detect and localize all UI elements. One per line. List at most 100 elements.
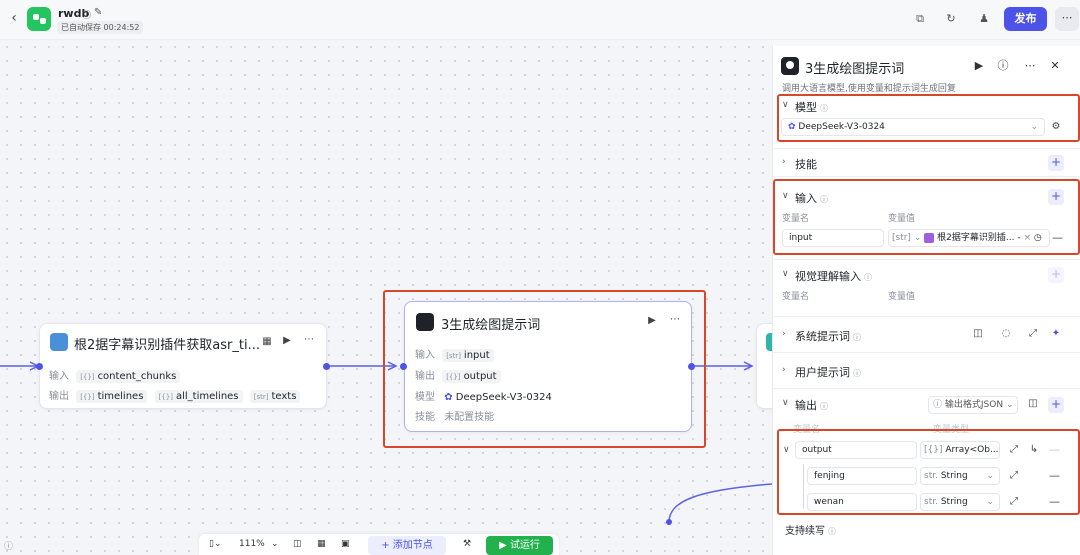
divider <box>773 316 1080 317</box>
output-type-value: String <box>940 497 968 507</box>
input-label: 输入 <box>415 350 435 361</box>
node-output-row: 输出 [{}] timelines [{}] all_timelines [str]… <box>49 387 301 403</box>
info-icon: ⓘ <box>853 369 861 378</box>
run-icon[interactable]: ▶ <box>971 58 987 74</box>
deepseek-icon: ✿ <box>788 122 796 132</box>
chevron-right-icon[interactable]: › <box>782 365 786 375</box>
tool-icon[interactable]: ⚒ <box>463 539 471 549</box>
ai-sparkle-icon[interactable]: ✦ <box>1049 328 1063 339</box>
add-input-button[interactable]: + <box>1048 189 1064 205</box>
divider <box>773 176 1080 177</box>
add-skill-button[interactable]: + <box>1048 155 1064 171</box>
run-node-icon[interactable]: ▶ <box>280 335 294 346</box>
add-child-icon[interactable]: ↳ <box>1027 444 1041 455</box>
node-input-row: 输入 [{}] content_chunks <box>49 367 181 383</box>
json-import-icon[interactable]: ◫ <box>1026 398 1040 409</box>
chevron-down-icon[interactable]: ∨ <box>782 191 789 201</box>
chevron-right-icon[interactable]: › <box>782 329 786 339</box>
output-value: output <box>463 371 497 382</box>
comment-icon[interactable]: ◫ <box>293 539 302 549</box>
section-label: 模型 <box>795 101 817 114</box>
model-select[interactable]: ✿ DeepSeek-V3-0324 ⌄ <box>781 118 1045 136</box>
remove-output-icon[interactable]: — <box>1049 469 1060 482</box>
chevron-down-icon[interactable]: ∨ <box>782 100 789 110</box>
output-name-field[interactable]: fenjing <box>807 467 917 485</box>
library-icon[interactable]: ◫ <box>971 328 985 339</box>
expand-icon[interactable]: ⤢ <box>1007 470 1021 481</box>
close-icon[interactable]: ✕ <box>1047 58 1063 74</box>
section-label: 系统提示词 <box>795 330 850 343</box>
add-output-button[interactable]: + <box>1048 397 1064 413</box>
remove-output-icon[interactable]: — <box>1049 495 1060 508</box>
layout-icon[interactable]: ▦ <box>317 539 326 549</box>
output-format-select[interactable]: ⓘ 输出格式JSON ⌄ <box>928 396 1018 414</box>
zoom-level[interactable]: 111% <box>239 539 265 549</box>
lightbulb-icon[interactable]: ◌ <box>999 328 1013 339</box>
info-icon[interactable]: ⓘ <box>4 539 13 552</box>
chevron-right-icon[interactable]: › <box>782 157 786 167</box>
more-icon[interactable]: ⋯ <box>1022 58 1038 74</box>
remove-output-icon[interactable]: — <box>1049 443 1060 456</box>
expand-icon[interactable]: ⤢ <box>1007 444 1021 455</box>
node-more-icon[interactable]: ⋯ <box>668 314 682 325</box>
autosave-status: 已自动保存 00:24:52 <box>57 21 144 34</box>
output-type-select[interactable]: [{}] Array<Ob... <box>920 441 1000 459</box>
chevron-down-icon: ⌄ <box>986 471 994 481</box>
app-logo <box>27 7 51 31</box>
input-var-name-field[interactable]: input <box>782 229 884 247</box>
deepseek-icon: ✿ <box>444 392 453 403</box>
var-name-label: 变量名 <box>782 292 810 302</box>
remove-input-icon[interactable]: — <box>1052 231 1063 244</box>
node-settings-icon[interactable]: ▦ <box>260 336 274 347</box>
output-name-field[interactable]: output <box>795 441 917 459</box>
help-icon[interactable]: ⓘ <box>995 58 1011 74</box>
type-tag: [{}] <box>80 393 95 401</box>
section-vision: 视觉理解输入 ⓘ <box>795 268 872 284</box>
users-icon[interactable]: ♟ <box>976 11 992 27</box>
type-tag: str. <box>924 497 938 507</box>
info-icon: ⓘ <box>820 104 828 113</box>
mouse-mode-icon[interactable]: ▯⌄ <box>209 539 222 549</box>
output-type-select[interactable]: str. String ⌄ <box>920 467 1000 485</box>
history-icon[interactable]: ↻ <box>943 11 959 27</box>
input-var-value-field[interactable]: [str] ⌄ 根2据字幕识别插... - × ◷ <box>888 229 1050 247</box>
output-label: 输出 <box>415 371 435 382</box>
copy-icon[interactable]: ⧉ <box>912 11 928 27</box>
more-icon[interactable]: ⋯ <box>1055 7 1079 31</box>
clear-icon[interactable]: × <box>1023 233 1031 243</box>
node-more-icon[interactable]: ⋯ <box>302 334 316 345</box>
back-arrow-icon[interactable]: ‹ <box>6 10 22 26</box>
expand-icon[interactable]: ⤢ <box>1026 328 1040 339</box>
output-pill: [str] texts <box>249 390 301 403</box>
node-llm[interactable]: 3生成绘图提示词 ▶ ⋯ 输入 [str] input 输出 [{}] output… <box>404 301 692 432</box>
edit-icon[interactable]: ✎ <box>94 7 102 18</box>
input-port[interactable] <box>36 363 43 370</box>
info-icon[interactable]: ⓘ <box>82 8 91 21</box>
llm-icon <box>416 313 434 331</box>
output-port[interactable] <box>323 363 330 370</box>
skill-label: 技能 <box>415 412 435 423</box>
add-node-button[interactable]: + 添加节点 <box>368 536 446 555</box>
chevron-down-icon[interactable]: ∨ <box>783 445 790 455</box>
timer-icon[interactable]: ◷ <box>1034 233 1042 243</box>
test-run-button[interactable]: ▶ 试运行 <box>486 536 553 555</box>
chevron-down-icon[interactable]: ∨ <box>782 269 789 279</box>
node-title: 3生成绘图提示词 <box>441 318 541 333</box>
output-type-select[interactable]: str. String ⌄ <box>920 493 1000 511</box>
add-vision-input-button[interactable]: + <box>1048 267 1064 283</box>
minimap-icon[interactable]: ▣ <box>341 539 350 549</box>
output-name-field[interactable]: wenan <box>807 493 917 511</box>
input-var-ref: 根2据字幕识别插... <box>937 233 1015 243</box>
run-node-icon[interactable]: ▶ <box>645 315 659 326</box>
input-port[interactable] <box>400 363 407 370</box>
output-port[interactable] <box>688 363 695 370</box>
var-name-label: 变量名 <box>782 214 810 224</box>
publish-button[interactable]: 发布 <box>1004 7 1047 31</box>
llm-icon <box>781 57 799 75</box>
expand-icon[interactable]: ⤢ <box>1007 496 1021 507</box>
gear-icon[interactable]: ⚙ <box>1049 121 1063 132</box>
chevron-down-icon: ⌄ <box>913 233 922 243</box>
node-asr-plugin[interactable]: 根2据字幕识别插件获取asr_ti... ▦ ▶ ⋯ 输入 [{}] conten… <box>39 323 327 409</box>
chevron-down-icon[interactable]: ∨ <box>782 398 789 408</box>
chevron-down-icon[interactable]: ⌄ <box>271 539 279 549</box>
